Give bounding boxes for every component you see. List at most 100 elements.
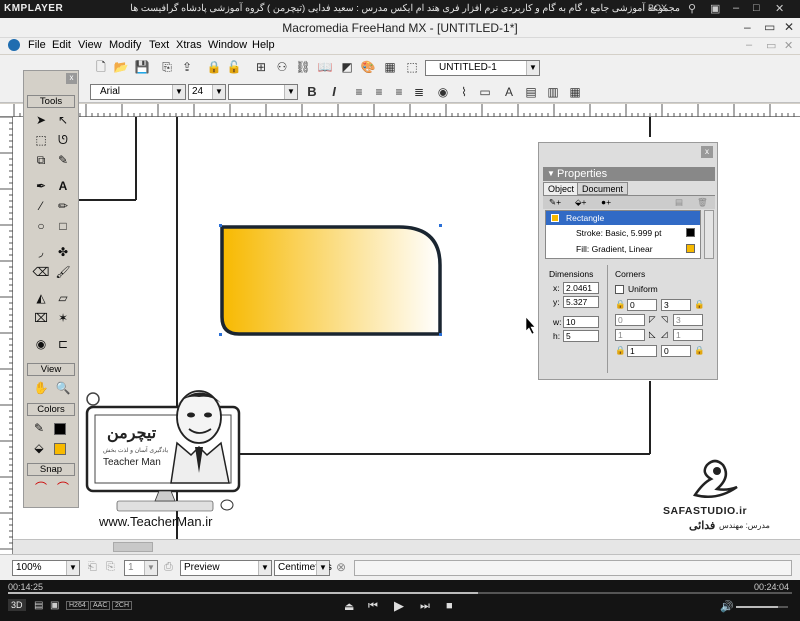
library-icon[interactable]: 📖 xyxy=(316,58,334,76)
export-icon[interactable]: ⇪ xyxy=(178,58,196,76)
graphic-hose-icon[interactable]: ✶ xyxy=(53,309,73,328)
w-field[interactable]: 10 xyxy=(563,316,599,328)
menu-text[interactable]: Text xyxy=(149,39,169,51)
window-restore-icon[interactable]: ▭ xyxy=(764,20,775,34)
font-size-select[interactable]: 24 ▼ xyxy=(188,84,226,100)
trace-tool-icon[interactable]: ⌧ xyxy=(31,309,51,328)
properties-header[interactable]: ▼ Properties xyxy=(543,167,715,181)
align-center-icon[interactable]: ≡ xyxy=(370,83,388,101)
corner-lock-icon[interactable]: 🔒 xyxy=(694,299,705,310)
pen-tool-icon[interactable]: ✒ xyxy=(31,177,51,196)
fill-color-icon[interactable]: ⬙ xyxy=(29,439,49,458)
close-icon[interactable]: ✕ xyxy=(775,2,784,15)
window-minimize-icon[interactable]: – xyxy=(744,20,751,34)
styles-icon[interactable]: ◩ xyxy=(338,58,356,76)
menu-modify[interactable]: Modify xyxy=(109,39,141,51)
horizontal-scrollbar[interactable] xyxy=(13,539,800,554)
box-button[interactable]: BOX xyxy=(648,3,667,13)
font-name-select[interactable]: Arial ▼ xyxy=(90,84,186,100)
delete-icon[interactable]: 🗑 xyxy=(697,197,708,208)
doc-minimize-icon[interactable]: – xyxy=(746,39,752,51)
font-style-select[interactable]: ▼ xyxy=(228,84,298,100)
next-icon[interactable]: ⏭ xyxy=(420,600,430,613)
corner-shape-tl-icon[interactable]: ◸ xyxy=(649,314,656,325)
tools-close-icon[interactable]: x xyxy=(66,73,77,84)
flow-inside-icon[interactable]: ▭ xyxy=(476,83,494,101)
hand-tool-icon[interactable]: ✋ xyxy=(31,379,51,398)
corner-shape-br-icon[interactable]: ◿ xyxy=(661,329,668,340)
pointer-tool-icon[interactable]: ➤ xyxy=(31,111,51,130)
y-field[interactable]: 5.327 xyxy=(563,296,599,308)
selected-rectangle[interactable] xyxy=(220,225,442,336)
menu-edit[interactable]: Edit xyxy=(52,39,71,51)
blend-tool-icon[interactable]: ◭ xyxy=(31,289,51,308)
rectangle-tool-icon[interactable]: □ xyxy=(53,217,73,236)
align-icon[interactable]: ▦ xyxy=(381,58,399,76)
units-select[interactable]: Centimeters ▼ xyxy=(274,560,332,576)
settings-icon[interactable]: ▣ xyxy=(710,2,720,15)
doc-close-icon[interactable]: ✕ xyxy=(784,39,793,52)
duplicate-icon[interactable]: ▤ xyxy=(675,197,683,208)
screen-icon[interactable]: ▣ xyxy=(50,600,59,611)
menu-file[interactable]: File xyxy=(28,39,46,51)
text-columns-icon[interactable]: ▦ xyxy=(566,83,584,101)
maximize-icon[interactable]: □ xyxy=(753,2,760,14)
swatches-icon[interactable]: 🎨 xyxy=(359,58,377,76)
scale-tool-icon[interactable]: ⧉ xyxy=(31,151,51,170)
volume-icon[interactable]: 🔊 xyxy=(720,600,734,613)
freeform-tool-icon[interactable]: ✤ xyxy=(53,243,73,262)
stroke-color-swatch[interactable] xyxy=(54,423,66,435)
text-editor-icon[interactable]: ▤ xyxy=(522,83,540,101)
minimize-icon[interactable]: – xyxy=(733,2,739,14)
line-tool-icon[interactable]: ⁄ xyxy=(31,197,51,216)
list-item-stroke[interactable]: Stroke: Basic, 5.999 pt xyxy=(576,228,662,238)
snap-to-point-icon[interactable]: ⌒ xyxy=(31,479,51,498)
import-icon[interactable]: ⎘ xyxy=(158,58,176,76)
zoom-tool-icon[interactable]: 🔍 xyxy=(53,379,73,398)
previous-page-icon[interactable]: ⎗ xyxy=(88,561,97,574)
list-scrollbar[interactable] xyxy=(704,210,714,259)
corner-shape-tr-icon[interactable]: ◹ xyxy=(661,314,668,325)
volume-slider[interactable] xyxy=(736,606,788,608)
properties-close-icon[interactable]: x xyxy=(701,146,713,158)
new-document-icon[interactable]: 🗋 xyxy=(92,58,110,76)
lock-icon[interactable]: 🔒 xyxy=(205,58,223,76)
corner-lock-icon[interactable]: 🔒 xyxy=(615,299,626,310)
knife-tool-icon[interactable]: ◞ xyxy=(31,243,51,262)
pin-icon[interactable]: ⚲ xyxy=(688,2,696,15)
corner-bottom-right-field[interactable]: 0 xyxy=(661,345,691,357)
vertical-ruler[interactable] xyxy=(0,117,13,554)
lasso-tool-icon[interactable]: ᘎ xyxy=(53,131,73,150)
next-page-icon[interactable]: ⎙ xyxy=(164,561,173,574)
connector-tool-icon[interactable]: ⊏ xyxy=(53,335,73,354)
ungroup-icon[interactable]: ⚇ xyxy=(273,58,291,76)
zoom-select[interactable]: 100% ▼ xyxy=(12,560,80,576)
align-justify-icon[interactable]: ≣ xyxy=(410,83,428,101)
tab-object[interactable]: Object xyxy=(543,182,580,195)
align-right-icon[interactable]: ≡ xyxy=(390,83,408,101)
convert-to-paths-icon[interactable]: A xyxy=(500,83,518,101)
doc-restore-icon[interactable]: ▭ xyxy=(766,39,776,52)
play-icon[interactable]: ▶ xyxy=(394,598,404,614)
transform-icon[interactable]: ⬚ xyxy=(403,58,421,76)
3d-badge[interactable]: 3D xyxy=(8,599,26,611)
attach-to-path-icon[interactable]: ⌇ xyxy=(455,83,473,101)
eraser-tool-icon[interactable]: ⌫ xyxy=(31,263,51,282)
corner-shape-bl-icon[interactable]: ◺ xyxy=(649,329,656,340)
menu-window[interactable]: Window xyxy=(208,39,247,51)
app-icon[interactable] xyxy=(8,39,20,51)
list-item-fill[interactable]: Fill: Gradient, Linear xyxy=(576,244,653,254)
menu-view[interactable]: View xyxy=(78,39,102,51)
stop-icon[interactable]: ■ xyxy=(446,600,453,612)
menu-xtras[interactable]: Xtras xyxy=(176,39,202,51)
page-icon[interactable]: ⎘ xyxy=(106,561,115,574)
horizontal-ruler[interactable] xyxy=(0,104,800,117)
save-icon[interactable]: 💾 xyxy=(133,58,151,76)
italic-icon[interactable]: I xyxy=(325,83,343,101)
add-fill-icon[interactable]: ⬙+ xyxy=(575,197,587,208)
corner-top-right-field[interactable]: 3 xyxy=(661,299,691,311)
tab-document[interactable]: Document xyxy=(577,182,629,195)
brush-tool-icon[interactable]: 🖌 xyxy=(53,263,73,282)
eject-icon[interactable]: ⏏ xyxy=(344,600,354,613)
stroke-color-icon[interactable]: ✎ xyxy=(29,419,49,438)
